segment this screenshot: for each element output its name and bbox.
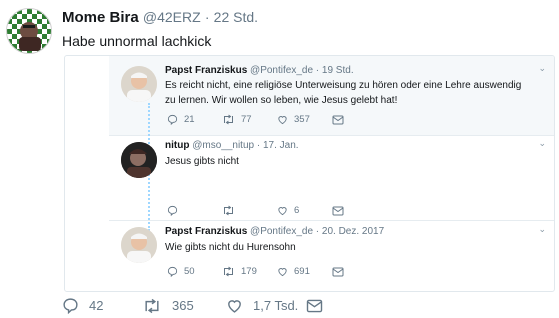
display-name: nitup <box>165 140 190 151</box>
reply-icon <box>63 298 78 314</box>
reply-action <box>167 205 222 216</box>
display-name: Papst Franziskus <box>165 65 248 76</box>
pope-avatar-image <box>121 66 157 102</box>
like-count: 1,7 Tsd. <box>253 298 299 313</box>
avatar <box>121 227 157 263</box>
user-handle: @Pontifex_de <box>250 226 314 237</box>
direct-message-button[interactable] <box>306 299 323 313</box>
timestamp: 19 Std. <box>321 65 354 76</box>
tweet-header: Mome Bira @42ERZ · 22 Std. <box>62 9 258 26</box>
message-icon <box>332 206 344 215</box>
display-name: Papst Franziskus <box>165 226 248 237</box>
chevron-down-icon: ⌄ <box>538 224 546 234</box>
divider <box>109 220 554 221</box>
avatar <box>121 66 157 102</box>
message-icon <box>332 267 344 276</box>
retweet-action: 179 <box>222 266 277 277</box>
like-count: 357 <box>294 114 310 125</box>
quoted-tweet-text: Es reicht nicht, eine religiöse Unterwei… <box>165 78 521 108</box>
reply-icon <box>167 114 178 125</box>
text-line: zu lernen. Wir wollen so leben, wie Jesu… <box>165 95 398 106</box>
like-icon <box>278 268 287 277</box>
like-action: 691 <box>277 266 332 277</box>
reply-icon <box>167 266 178 277</box>
display-name[interactable]: Mome Bira <box>62 9 139 26</box>
reply-icon <box>167 205 178 216</box>
like-icon <box>228 300 241 313</box>
quoted-tweet-header: nitup @mso__nitup · 17. Jan. <box>165 140 299 151</box>
reply-action: 50 <box>167 266 222 277</box>
reply-count: 50 <box>184 266 195 277</box>
user-avatar-image <box>121 142 157 178</box>
reply-button[interactable]: 42 <box>62 297 142 314</box>
like-button[interactable]: 1,7 Tsd. <box>226 297 306 314</box>
embedded-screenshot[interactable]: Papst Franziskus @Pontifex_de · 19 Std. … <box>64 55 555 292</box>
tweet: Mome Bira @42ERZ · 22 Std. Habe unnormal… <box>0 0 559 318</box>
chevron-down-icon: ⌄ <box>538 63 546 73</box>
quoted-tweet-actions: 50 179 691 <box>167 266 387 277</box>
avatar <box>121 142 157 178</box>
retweet-icon <box>224 114 233 125</box>
reply-count: 42 <box>89 298 104 313</box>
avatar-image <box>7 9 51 53</box>
separator-dot: · <box>204 9 210 25</box>
retweet-count: 77 <box>241 114 252 125</box>
like-count: 691 <box>294 266 310 277</box>
reply-count: 21 <box>184 114 195 125</box>
text-line: Es reicht nicht, eine religiöse Unterwei… <box>165 80 522 91</box>
like-icon <box>278 116 287 125</box>
message-action <box>332 205 387 216</box>
timestamp: 20. Dez. 2017 <box>321 226 385 237</box>
reply-action: 21 <box>167 114 222 125</box>
timestamp[interactable]: 22 Std. <box>214 9 258 25</box>
quoted-tweet-actions: 21 77 357 <box>167 114 387 125</box>
quoted-tweet-header: Papst Franziskus @Pontifex_de · 19 Std. <box>165 65 354 76</box>
timestamp: 17. Jan. <box>262 140 299 151</box>
user-handle: @Pontifex_de <box>250 65 314 76</box>
retweet-action: 77 <box>222 114 277 125</box>
retweet-count: 179 <box>241 266 257 277</box>
retweet-count: 365 <box>172 298 194 313</box>
like-count: 6 <box>294 205 300 216</box>
quoted-tweet-text: Wie gibts nicht du Hurensohn <box>165 242 296 253</box>
chevron-down-icon: ⌄ <box>538 138 546 148</box>
pope-avatar-image <box>121 227 157 263</box>
user-handle: @mso__nitup <box>192 140 255 151</box>
quoted-tweet-actions: 6 <box>167 205 387 216</box>
like-action: 6 <box>277 205 332 216</box>
quoted-tweet-text: Jesus gibts nicht <box>165 156 239 167</box>
retweet-icon <box>224 205 233 216</box>
message-icon <box>306 299 323 312</box>
quoted-tweet-header: Papst Franziskus @Pontifex_de · 20. Dez.… <box>165 226 385 237</box>
message-action <box>332 266 387 277</box>
message-action <box>332 114 387 125</box>
message-icon <box>332 115 344 124</box>
retweet-icon <box>224 266 233 277</box>
retweet-button[interactable]: 365 <box>142 298 226 314</box>
retweet-action <box>222 205 277 216</box>
avatar[interactable] <box>6 8 52 54</box>
retweet-icon <box>145 298 159 313</box>
tweet-text: Habe unnormal lachkick <box>62 33 212 49</box>
like-action: 357 <box>277 114 332 125</box>
tweet-actions: 42 365 1,7 Tsd. <box>62 297 323 314</box>
user-handle[interactable]: @42ERZ <box>143 9 201 25</box>
like-icon <box>278 207 287 216</box>
